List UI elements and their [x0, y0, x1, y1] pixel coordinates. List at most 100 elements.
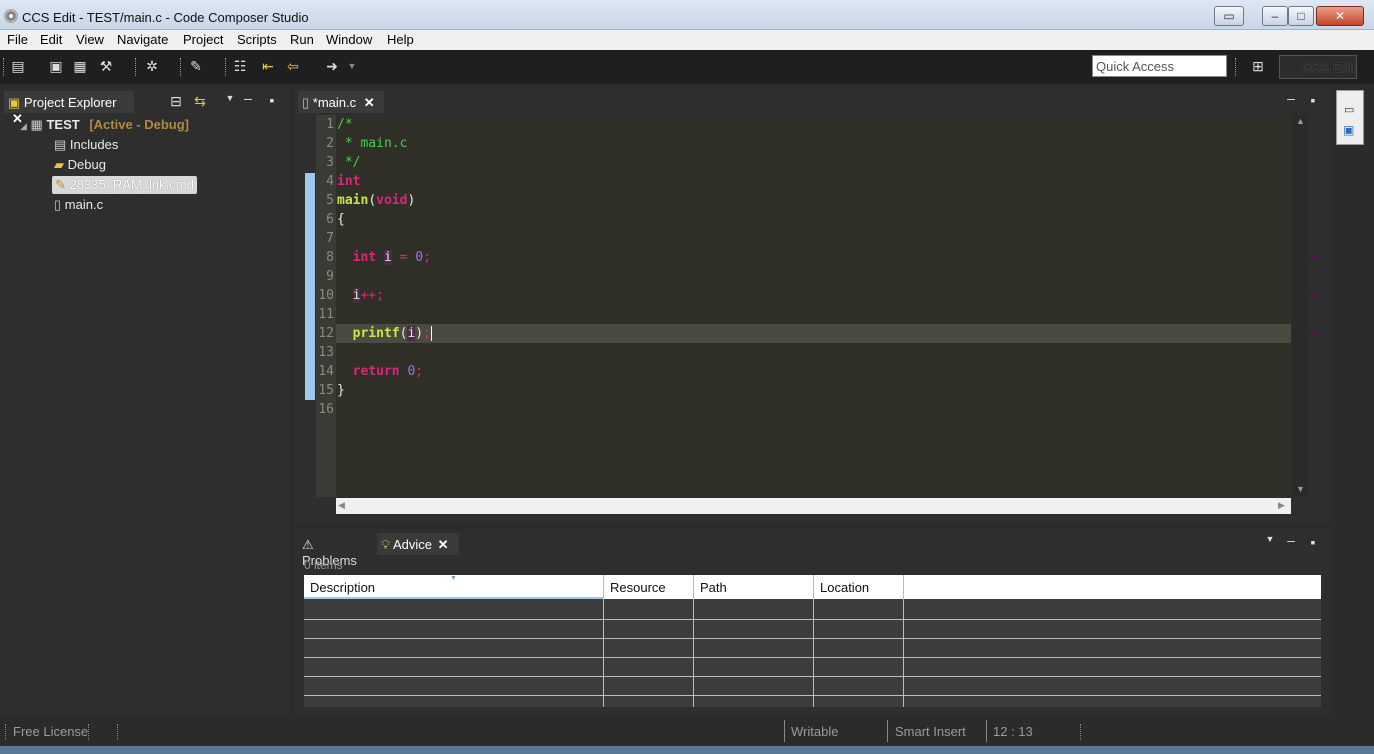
scroll-up-icon[interactable]: ▲: [1296, 116, 1305, 126]
view-menu-icon[interactable]: ▼: [222, 90, 238, 106]
menu-edit[interactable]: Edit: [40, 32, 62, 47]
line-number: 10: [318, 288, 334, 303]
menu-scripts[interactable]: Scripts: [237, 32, 277, 47]
previous-edit-icon[interactable]: ⇤: [260, 58, 276, 74]
quick-access-input[interactable]: Quick Access: [1092, 55, 1227, 77]
tab-problems[interactable]: ⚠ Problems: [298, 533, 374, 568]
menu-bar: File Edit View Navigate Project Scripts …: [0, 30, 1374, 50]
restore-icon[interactable]: ▭: [1214, 6, 1244, 26]
menu-help[interactable]: Help: [387, 32, 414, 47]
debug-bug-icon[interactable]: ✲: [144, 58, 160, 74]
line-number: 6: [326, 212, 334, 227]
status-separator: [784, 720, 785, 742]
maximize-view-icon[interactable]: ▪: [1305, 534, 1321, 550]
line-number: 14: [318, 364, 334, 379]
line-number: 4: [326, 174, 334, 189]
horizontal-scrollbar[interactable]: [336, 498, 1291, 514]
restore-icon[interactable]: ▭: [1344, 103, 1354, 116]
maximize-view-icon[interactable]: ▪: [264, 92, 280, 108]
code-line-1: /*: [337, 117, 353, 132]
save-icon[interactable]: ▣: [48, 58, 64, 74]
back-arrow-icon[interactable]: ⇦: [285, 58, 301, 74]
cmd-file-icon: ✎: [55, 177, 66, 192]
code-line-14: return 0;: [352, 364, 424, 379]
link-with-editor-icon[interactable]: ⇆: [192, 93, 208, 109]
column-header-resource[interactable]: Resource: [604, 575, 694, 599]
tab-project-explorer[interactable]: ▣ Project Explorer ✕: [4, 91, 134, 126]
trim-stack: ▭ ▣: [1336, 90, 1364, 145]
title-bar: CCS Edit - TEST/main.c - Code Composer S…: [0, 0, 1374, 30]
overview-ruler-mark[interactable]: [1310, 256, 1320, 259]
column-divider: [693, 599, 694, 707]
tree-item-label: Includes: [69, 137, 119, 152]
tree-item-label: Debug: [67, 157, 106, 172]
app-icon: [4, 9, 18, 23]
line-number: 16: [318, 402, 334, 417]
license-status: Free License: [13, 724, 89, 739]
line-number: 1: [326, 117, 334, 132]
menu-project[interactable]: Project: [183, 32, 223, 47]
menu-window[interactable]: Window: [326, 32, 372, 47]
tab-main-c-label: *main.c: [312, 95, 357, 110]
code-editor[interactable]: [336, 115, 1291, 497]
sort-indicator-icon: ▼: [450, 575, 457, 582]
task-list-icon[interactable]: ☷: [232, 58, 248, 74]
vertical-scrollbar[interactable]: [1292, 115, 1308, 497]
forward-arrow-icon[interactable]: ➜: [324, 58, 340, 74]
pencil-icon[interactable]: ✎: [188, 58, 204, 74]
menu-navigate[interactable]: Navigate: [117, 32, 168, 47]
menu-run[interactable]: Run: [290, 32, 314, 47]
scroll-down-icon[interactable]: ▼: [1296, 484, 1305, 494]
line-number: 8: [326, 250, 334, 265]
tree-item-main-c[interactable]: ▯ main.c: [54, 197, 103, 213]
minimize-view-icon[interactable]: –: [1283, 532, 1299, 548]
overview-ruler-mark[interactable]: [1310, 294, 1320, 297]
perspective-ccs-edit-button[interactable]: CCS Edit: [1279, 55, 1357, 79]
current-line-highlight: [336, 324, 1291, 343]
forward-dropdown-icon[interactable]: ▼: [344, 58, 360, 74]
maximize-button[interactable]: □: [1288, 6, 1314, 26]
outline-view-icon[interactable]: ▣: [1343, 123, 1354, 137]
c-file-icon: ▯: [302, 95, 310, 110]
column-header-path[interactable]: Path: [694, 575, 814, 599]
toolbar-separator: [135, 58, 138, 76]
column-header-location[interactable]: Location: [814, 575, 904, 599]
menu-view[interactable]: View: [76, 32, 104, 47]
code-line-12: printf(i);: [337, 326, 440, 341]
tree-item-cmd-file[interactable]: ✎ 28335_RAM_lnk.cmd: [52, 176, 197, 194]
open-perspective-icon[interactable]: ⊞: [1250, 58, 1266, 74]
folder-icon: ▰: [54, 157, 64, 172]
minimize-view-icon[interactable]: –: [240, 90, 256, 106]
minimize-editor-icon[interactable]: –: [1283, 90, 1299, 106]
tree-item-debug[interactable]: ▰ Debug: [54, 157, 106, 173]
new-icon[interactable]: ▤: [10, 58, 26, 74]
close-button[interactable]: ✕: [1316, 6, 1364, 26]
view-menu-icon[interactable]: ▼: [1262, 531, 1278, 547]
close-icon[interactable]: ✕: [364, 95, 375, 110]
os-taskbar: [0, 746, 1374, 754]
line-number: 3: [326, 155, 334, 170]
expand-arrow-icon[interactable]: ◢: [20, 121, 27, 131]
project-explorer-icon: ▣: [8, 95, 21, 110]
collapse-all-icon[interactable]: ⊟: [168, 93, 184, 109]
tab-project-explorer-label: Project Explorer: [23, 95, 117, 110]
save-all-icon[interactable]: ▦: [72, 58, 88, 74]
line-number: 2: [326, 136, 334, 151]
maximize-editor-icon[interactable]: ▪: [1305, 92, 1321, 108]
tree-item-project-test[interactable]: ◢ ▦ TEST [Active - Debug]: [20, 117, 189, 133]
overview-ruler-mark[interactable]: [1310, 332, 1320, 335]
build-hammer-icon[interactable]: ⚒: [98, 58, 114, 74]
insert-mode-status: Smart Insert: [895, 724, 966, 739]
close-icon[interactable]: ✕: [438, 537, 449, 552]
toolbar-separator: [1235, 58, 1238, 76]
tab-advice[interactable]: 💡︎ Advice ✕: [377, 533, 459, 555]
scroll-right-icon[interactable]: ▶: [1278, 500, 1285, 511]
minimize-button[interactable]: –: [1262, 6, 1288, 26]
tree-item-includes[interactable]: ▤ Includes: [54, 137, 118, 153]
tab-main-c[interactable]: ▯ *main.c ✕: [298, 91, 384, 113]
menu-file[interactable]: File: [7, 32, 28, 47]
status-separator: [887, 720, 888, 742]
project-status: [Active - Debug]: [89, 117, 189, 132]
scroll-left-icon[interactable]: ◀: [338, 500, 345, 511]
code-line-15: }: [337, 383, 345, 398]
